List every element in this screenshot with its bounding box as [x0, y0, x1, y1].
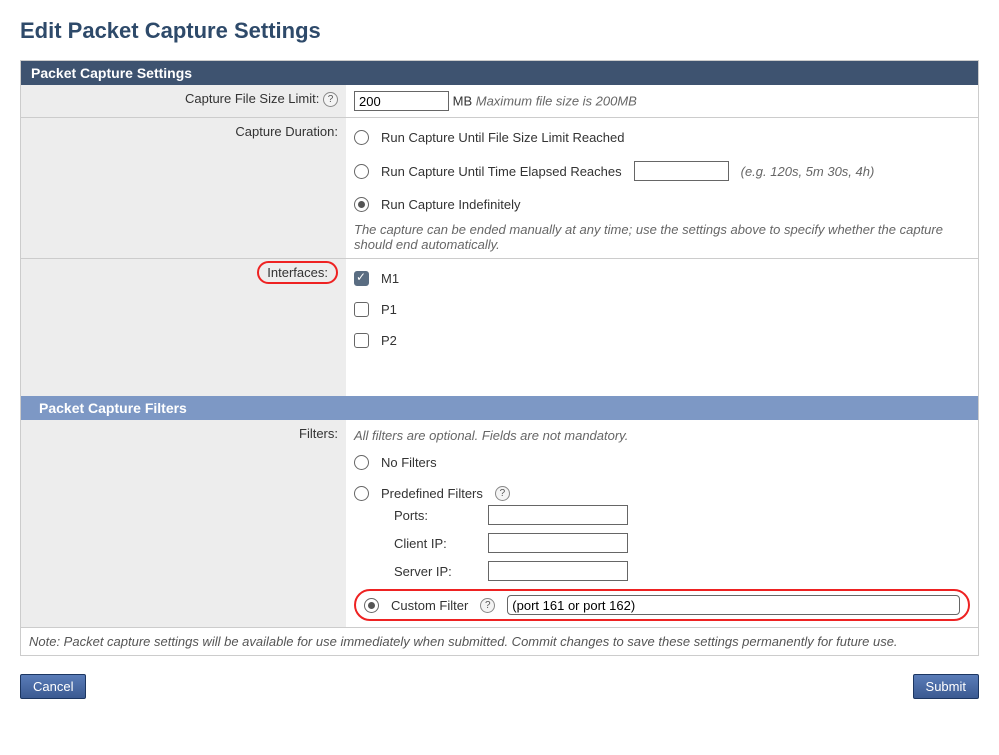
label-filters: Filters:: [21, 420, 346, 628]
help-icon[interactable]: ?: [480, 598, 495, 613]
filters-table: Filters: All filters are optional. Field…: [21, 420, 978, 655]
ports-label: Ports:: [394, 508, 474, 523]
radio-no-filters[interactable]: No Filters: [354, 455, 970, 470]
checkbox-p1[interactable]: P1: [354, 302, 970, 317]
radio-icon: [354, 164, 369, 179]
checkbox-icon: [354, 302, 369, 317]
radio-label: No Filters: [381, 455, 437, 470]
cell-file-size: MB Maximum file size is 200MB: [346, 85, 978, 118]
submit-button[interactable]: Submit: [913, 674, 979, 699]
server-ip-input[interactable]: [488, 561, 628, 581]
file-size-input[interactable]: [354, 91, 449, 111]
footnote: Note: Packet capture settings will be av…: [21, 628, 978, 656]
radio-icon: [354, 486, 369, 501]
cancel-button[interactable]: Cancel: [20, 674, 86, 699]
label-file-size-text: Capture File Size Limit:: [185, 91, 319, 106]
filters-hint: All filters are optional. Fields are not…: [354, 428, 970, 443]
file-size-unit: MB: [453, 94, 473, 109]
label-interfaces-cell: Interfaces:: [21, 259, 346, 397]
radio-icon: [354, 197, 369, 212]
cell-interfaces: M1 P1 P2: [346, 259, 978, 397]
checkbox-label: P1: [381, 302, 397, 317]
subfield-server-ip: Server IP:: [394, 561, 970, 581]
time-elapsed-hint: (e.g. 120s, 5m 30s, 4h): [741, 164, 875, 179]
label-file-size: Capture File Size Limit: ?: [21, 85, 346, 118]
checkbox-icon: [354, 271, 369, 286]
checkbox-icon: [354, 333, 369, 348]
label-interfaces: Interfaces:: [257, 261, 338, 284]
radio-icon: [354, 455, 369, 470]
radio-label: Run Capture Until File Size Limit Reache…: [381, 130, 625, 145]
radio-duration-time[interactable]: Run Capture Until Time Elapsed Reaches (…: [354, 161, 970, 181]
button-bar: Cancel Submit: [0, 656, 999, 709]
custom-filter-input[interactable]: [507, 595, 960, 615]
radio-duration-filesize[interactable]: Run Capture Until File Size Limit Reache…: [354, 130, 970, 145]
settings-panel: Packet Capture Settings Capture File Siz…: [20, 60, 979, 656]
cell-duration: Run Capture Until File Size Limit Reache…: [346, 118, 978, 259]
radio-label: Run Capture Indefinitely: [381, 197, 520, 212]
checkbox-p2[interactable]: P2: [354, 333, 970, 348]
radio-icon: [354, 130, 369, 145]
server-ip-label: Server IP:: [394, 564, 474, 579]
help-icon[interactable]: ?: [495, 486, 510, 501]
custom-filter-block: Custom Filter ?: [354, 589, 970, 621]
radio-icon: [364, 598, 379, 613]
section-header-capture-settings: Packet Capture Settings: [21, 61, 978, 85]
subfield-ports: Ports:: [394, 505, 970, 525]
client-ip-label: Client IP:: [394, 536, 474, 551]
time-elapsed-input[interactable]: [634, 161, 729, 181]
client-ip-input[interactable]: [488, 533, 628, 553]
radio-predef-filters[interactable]: Predefined Filters ?: [354, 486, 970, 501]
file-size-hint: Maximum file size is 200MB: [476, 94, 637, 109]
help-icon[interactable]: ?: [323, 92, 338, 107]
radio-label: Predefined Filters: [381, 486, 483, 501]
ports-input[interactable]: [488, 505, 628, 525]
radio-duration-indef[interactable]: Run Capture Indefinitely: [354, 197, 970, 212]
form-table: Capture File Size Limit: ? MB Maximum fi…: [21, 85, 978, 396]
radio-custom-filter-label: Custom Filter: [391, 598, 468, 613]
checkbox-m1[interactable]: M1: [354, 271, 970, 286]
page-title: Edit Packet Capture Settings: [0, 0, 999, 52]
label-duration: Capture Duration:: [21, 118, 346, 259]
subfield-client-ip: Client IP:: [394, 533, 970, 553]
checkbox-label: P2: [381, 333, 397, 348]
radio-label: Run Capture Until Time Elapsed Reaches: [381, 164, 622, 179]
section-header-filters: Packet Capture Filters: [21, 396, 978, 420]
duration-note: The capture can be ended manually at any…: [354, 222, 970, 252]
cell-filters: All filters are optional. Fields are not…: [346, 420, 978, 628]
checkbox-label: M1: [381, 271, 399, 286]
